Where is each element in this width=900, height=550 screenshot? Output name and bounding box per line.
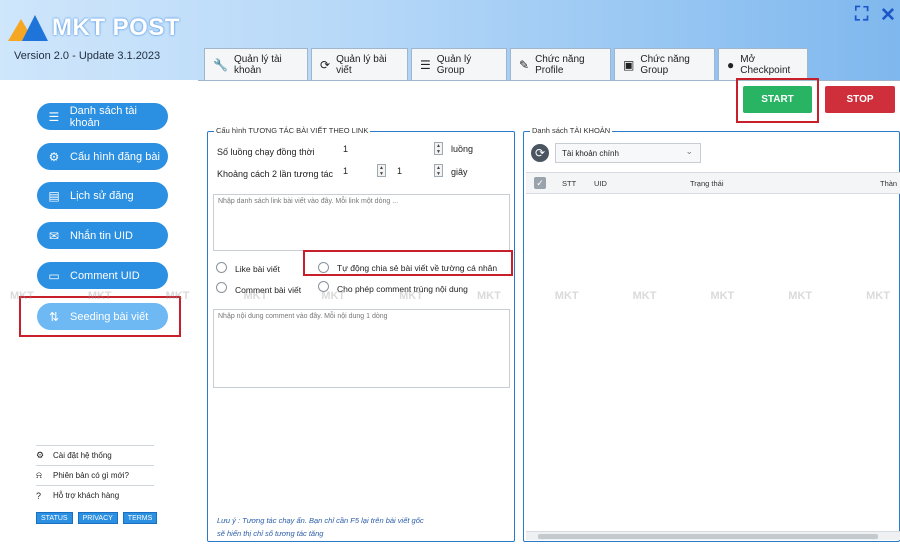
logo-mark-icon xyxy=(8,15,48,41)
window-icon: ▣ xyxy=(623,57,635,72)
support-link[interactable]: ? Hỗ trợ khách hàng xyxy=(36,485,154,505)
interval-max-input[interactable]: 1 xyxy=(397,166,402,176)
sidebar-item-label: Comment UID xyxy=(70,269,140,282)
tab-account-management[interactable]: 🔧 Quản lý tài khoản xyxy=(204,48,308,80)
link-label: Cài đặt hệ thống xyxy=(53,451,112,460)
threads-stepper[interactable]: ▲ ▼ xyxy=(434,142,443,155)
tab-label: Chức năng Group xyxy=(640,53,690,76)
list-icon: ☰ xyxy=(48,109,60,124)
comment-icon: ▭ xyxy=(48,268,60,283)
stop-button[interactable]: STOP xyxy=(825,86,895,113)
tab-open-checkpoint[interactable]: ● Mở Checkpoint xyxy=(718,48,808,80)
group-title: Cấu hình TƯƠNG TÁC BÀI VIẾT THEO LINK xyxy=(214,126,371,135)
link-label: Hỗ trợ khách hàng xyxy=(53,491,120,500)
comment-label: Comment bài viết xyxy=(235,285,302,295)
sidebar-item-label: Danh sách tài khoản xyxy=(69,104,137,129)
highlight-box-seeding xyxy=(19,296,181,337)
horizontal-scrollbar[interactable] xyxy=(526,531,900,540)
column-header-status[interactable]: Trạng thái xyxy=(690,179,724,188)
history-icon: ▤ xyxy=(48,188,60,203)
gear-icon: ⚙ xyxy=(36,450,45,460)
chevron-down-icon: ⌄ xyxy=(685,146,693,156)
pen-icon: ✎ xyxy=(519,57,530,72)
account-type-value: Tài khoản chính xyxy=(562,148,619,158)
interval-max-stepper[interactable]: ▲ ▼ xyxy=(434,164,443,177)
expand-icon[interactable]: ⛶ xyxy=(855,4,868,26)
refresh-icon[interactable]: ⟳ xyxy=(531,144,549,162)
column-header-member[interactable]: Thàn xyxy=(880,179,897,188)
sidebar-item-post-history[interactable]: ▤ Lịch sử đăng xyxy=(37,182,168,209)
tab-profile-functions[interactable]: ✎ Chức năng Profile xyxy=(510,48,611,80)
tab-post-management[interactable]: ⟳ Quản lý bài viết xyxy=(311,48,408,80)
whats-new-link[interactable]: ⍾ Phiên bản có gì mới? xyxy=(36,465,154,485)
status-badge[interactable]: STATUS xyxy=(36,512,73,524)
wrench-icon: 🔧 xyxy=(213,57,228,72)
close-icon[interactable]: ✕ xyxy=(880,4,896,27)
sidebar-item-comment-uid[interactable]: ▭ Comment UID xyxy=(37,262,168,289)
usage-note-line2: sẽ hiển thị chỉ số tương tác tăng xyxy=(217,529,324,538)
interval-label: Khoảng cách 2 lần tương tác xyxy=(217,169,334,179)
app-logo: MKT POST xyxy=(8,14,180,42)
account-table-header: ✓ STT UID Trạng thái Thàn xyxy=(526,172,900,194)
post-links-textarea[interactable]: Nhập danh sách link bài viết vào đây. Mỗ… xyxy=(213,194,510,251)
app-version: Version 2.0 - Update 3.1.2023 xyxy=(14,50,161,62)
duplicate-comment-checkbox[interactable] xyxy=(318,281,329,292)
usage-note-line1: Lưu ý : Tương tác chạy ẩn. Bạn chỉ cần F… xyxy=(217,516,424,525)
privacy-badge[interactable]: PRIVACY xyxy=(77,512,118,524)
comment-content-textarea[interactable]: Nhập nội dung comment vào đây. Mỗi nội d… xyxy=(213,309,510,388)
interval-min-input[interactable]: 1 xyxy=(343,166,348,176)
threads-unit: luồng xyxy=(451,144,474,154)
logo-text: MKT POST xyxy=(52,14,180,41)
column-header-uid[interactable]: UID xyxy=(594,179,607,188)
comment-checkbox[interactable] xyxy=(216,282,227,293)
like-checkbox[interactable] xyxy=(216,262,227,273)
sidebar-item-label: Lịch sử đăng xyxy=(70,189,134,202)
gears-icon: ⚙ xyxy=(48,149,60,164)
column-header-stt[interactable]: STT xyxy=(562,179,576,188)
tab-label: Mở Checkpoint xyxy=(740,53,791,76)
like-label: Like bài viết xyxy=(235,264,280,274)
sidebar-item-label: Nhắn tin UID xyxy=(70,229,133,242)
terms-badge[interactable]: TERMS xyxy=(122,512,158,524)
group-title: Danh sách TÀI KHOẢN xyxy=(530,126,613,135)
user-icon: ● xyxy=(727,57,735,72)
duplicate-comment-label: Cho phép comment trùng nội dung xyxy=(337,284,468,294)
list-icon: ☰ xyxy=(420,57,431,72)
tab-group-management[interactable]: ☰ Quản lý Group xyxy=(411,48,507,80)
sidebar-badges: STATUS PRIVACY TERMS xyxy=(36,512,162,524)
account-type-select[interactable]: Tài khoản chính ⌄ xyxy=(555,143,701,163)
tab-label: Chức năng Profile xyxy=(535,53,585,76)
sidebar-item-label: Cấu hình đăng bài xyxy=(70,150,160,163)
select-all-checkbox[interactable]: ✓ xyxy=(534,177,546,189)
message-icon: ✉ xyxy=(48,228,60,243)
scrollbar-thumb[interactable] xyxy=(538,534,878,539)
threads-input[interactable]: 1 xyxy=(343,144,348,154)
link-label: Phiên bản có gì mới? xyxy=(53,471,129,480)
interval-unit: giây xyxy=(451,167,468,177)
interval-min-stepper[interactable]: ▲ ▼ xyxy=(377,164,386,177)
usage-note: Lưu ý : Tương tác chạy ẩn. Bạn chỉ cần F… xyxy=(217,514,424,540)
tab-group-functions[interactable]: ▣ Chức năng Group xyxy=(614,48,715,80)
sidebar-item-account-list[interactable]: ☰ Danh sách tài khoản xyxy=(37,103,168,130)
tab-label: Quản lý tài khoản xyxy=(233,53,282,76)
highlight-box-share xyxy=(303,250,513,276)
threads-label: Số luồng chạy đồng thời xyxy=(217,147,315,157)
tab-label: Quản lý Group xyxy=(436,53,472,76)
sidebar-links: ⚙ Cài đặt hệ thống ⍾ Phiên bản có gì mới… xyxy=(36,445,154,505)
help-icon: ? xyxy=(36,490,42,501)
highlight-box-start xyxy=(736,78,819,123)
main-tabs: 🔧 Quản lý tài khoản ⟳ Quản lý bài viết ☰… xyxy=(204,48,811,80)
tab-label: Quản lý bài viết xyxy=(336,53,387,76)
sidebar-item-post-config[interactable]: ⚙ Cấu hình đăng bài xyxy=(37,143,168,170)
refresh-icon: ⟳ xyxy=(320,57,331,72)
sidebar-item-message-uid[interactable]: ✉ Nhắn tin UID xyxy=(37,222,168,249)
system-settings-link[interactable]: ⚙ Cài đặt hệ thống xyxy=(36,445,154,465)
bell-icon: ⍾ xyxy=(36,470,42,480)
